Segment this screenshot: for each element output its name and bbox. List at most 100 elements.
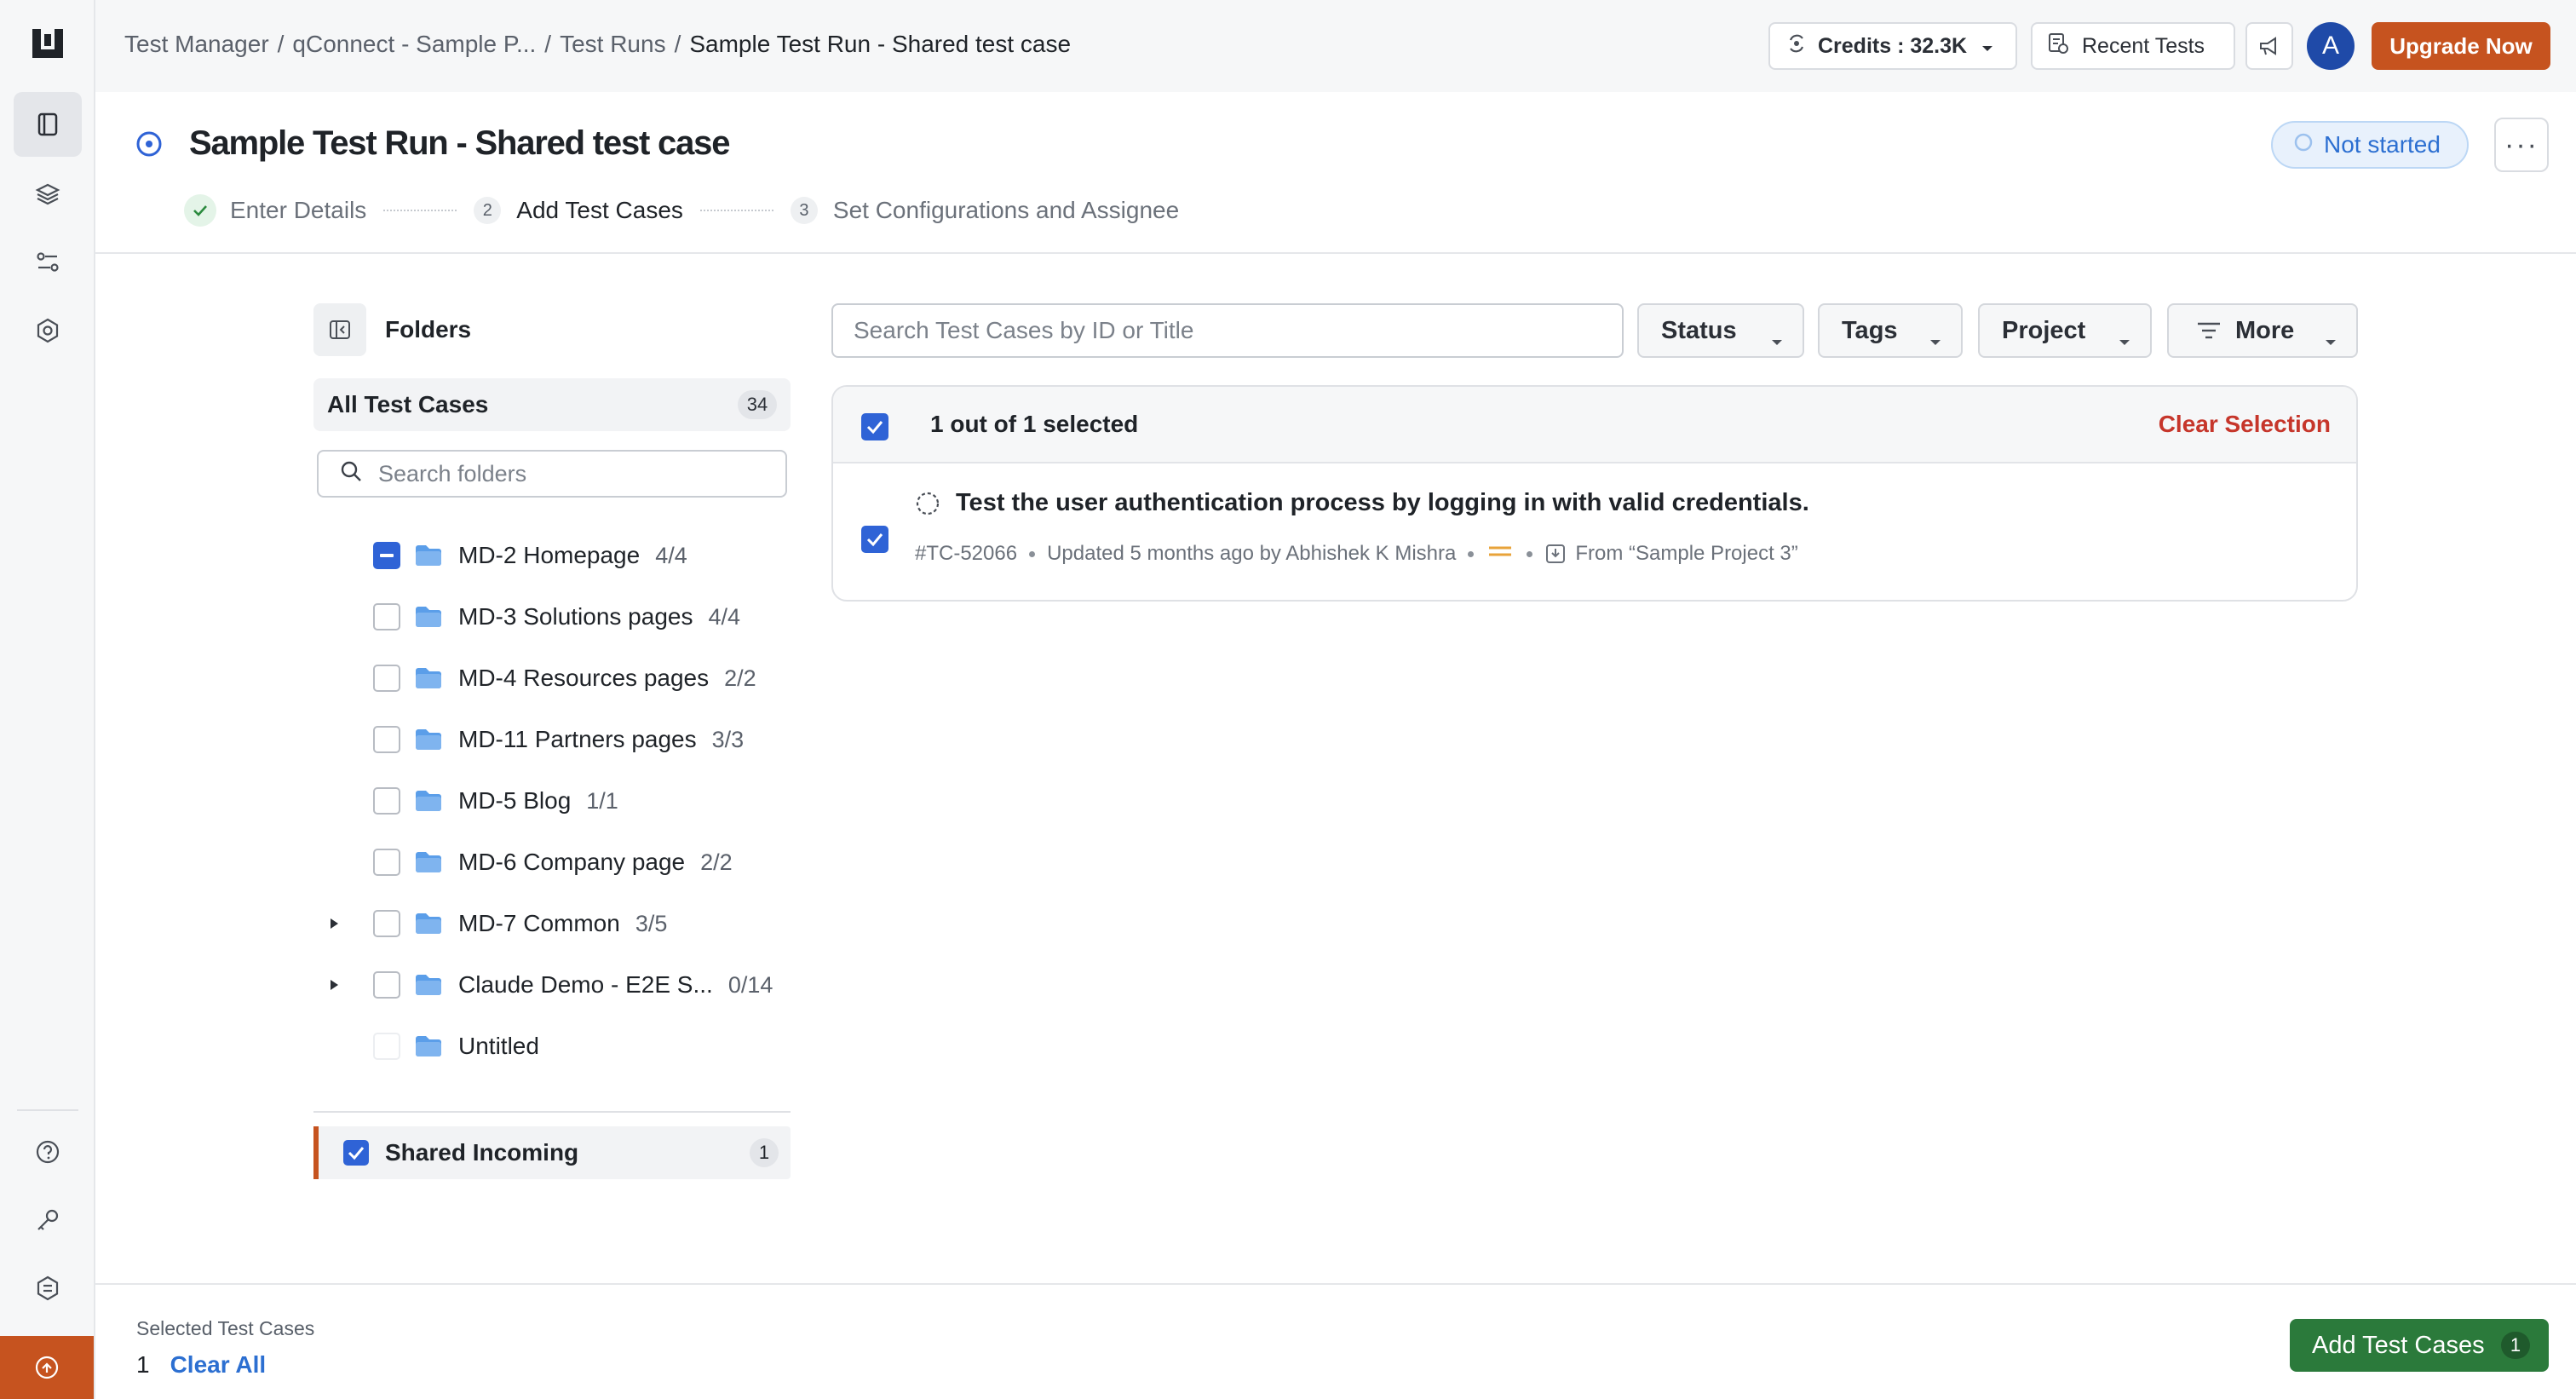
folder-item[interactable]: MD-7 Common 3/5 (313, 893, 791, 954)
breadcrumb-test-manager[interactable]: Test Manager (124, 31, 269, 57)
folder-checkbox[interactable] (373, 910, 400, 937)
folder-label: Untitled (458, 1033, 539, 1059)
step-set-configurations[interactable]: 3 Set Configurations and Assignee (790, 197, 1180, 224)
chevron-down-icon (1770, 325, 1784, 354)
folder-item[interactable]: MD-4 Resources pages 2/2 (313, 648, 791, 709)
top-bar: Test Manager / qConnect - Sample P... / Test… (95, 0, 2576, 92)
status-untested-icon (915, 491, 940, 516)
expand-arrow-icon[interactable] (327, 917, 341, 930)
chevron-down-icon (2118, 325, 2131, 354)
nav-layers-icon[interactable] (14, 162, 82, 227)
folder-icon (414, 973, 443, 997)
test-case-checkbox[interactable] (860, 525, 889, 554)
credits-dropdown[interactable]: Credits : 32.3K (1768, 22, 2017, 70)
test-case-source: From “Sample Project 3” (1575, 542, 1798, 565)
folder-item[interactable]: MD-3 Solutions pages 4/4 (313, 586, 791, 648)
folder-checkbox[interactable] (373, 849, 400, 876)
count-badge: 1 (2501, 1332, 2530, 1359)
status-label: Not started (2324, 131, 2441, 158)
clear-all-button[interactable]: Clear All (170, 1351, 267, 1379)
key-icon[interactable] (14, 1188, 82, 1252)
tags-filter[interactable]: Tags (1818, 303, 1963, 358)
folder-label: MD-3 Solutions pages (458, 603, 693, 630)
chevron-down-icon (1929, 325, 1942, 354)
select-all-checkbox[interactable] (860, 412, 889, 441)
nav-test-management-icon[interactable] (14, 92, 82, 157)
folder-icon (414, 666, 443, 690)
integrations-icon[interactable] (14, 1256, 82, 1321)
breadcrumb-project[interactable]: qConnect - Sample P... (292, 31, 536, 57)
step-label: Enter Details (230, 197, 367, 223)
folder-icon (414, 789, 443, 813)
folder-checkbox[interactable] (373, 542, 400, 569)
folder-name: MD-7 Common 3/5 (458, 910, 667, 937)
shared-incoming-checkbox[interactable] (342, 1139, 370, 1166)
test-case-search-input[interactable]: Search Test Cases by ID or Title (831, 303, 1624, 358)
announcements-button[interactable] (2245, 22, 2293, 70)
selection-summary: 1 out of 1 selected (930, 411, 1139, 437)
step-number: 2 (474, 197, 502, 224)
project-filter[interactable]: Project (1978, 303, 2152, 358)
folder-item[interactable]: MD-6 Company page 2/2 (313, 832, 791, 893)
step-label: Set Configurations and Assignee (832, 197, 1180, 223)
folder-item[interactable]: MD-11 Partners pages 3/3 (313, 709, 791, 770)
folder-item[interactable]: MD-5 Blog 1/1 (313, 770, 791, 832)
upload-icon[interactable] (0, 1336, 94, 1399)
breadcrumb-test-runs[interactable]: Test Runs (560, 31, 666, 57)
folder-icon (414, 850, 443, 874)
status-badge[interactable]: Not started (2271, 121, 2469, 169)
nav-workflow-icon[interactable] (14, 230, 82, 295)
test-case-title[interactable]: Test the user authentication process by … (956, 489, 1809, 517)
status-filter-label: Status (1661, 316, 1737, 344)
add-test-cases-button[interactable]: Add Test Cases 1 (2290, 1319, 2549, 1372)
folder-search-input[interactable]: Search folders (317, 450, 787, 498)
upgrade-now-button[interactable]: Upgrade Now (2372, 22, 2550, 70)
breadcrumb-separator: / (544, 31, 552, 57)
page-header: Sample Test Run - Shared test case (135, 124, 730, 163)
step-add-test-cases[interactable]: 2 Add Test Cases (474, 197, 683, 224)
folder-checkbox[interactable] (373, 971, 400, 999)
recent-tests-button[interactable]: Recent Tests (2031, 22, 2235, 70)
folder-name: MD-6 Company page 2/2 (458, 849, 733, 876)
status-filter[interactable]: Status (1637, 303, 1804, 358)
folder-checkbox[interactable] (373, 1033, 400, 1060)
folders-header: Folders (313, 303, 471, 356)
folder-item[interactable]: MD-2 Homepage 4/4 (313, 525, 791, 586)
app-logo-icon[interactable] (29, 26, 66, 63)
folder-icon (414, 912, 443, 936)
nav-settings-icon[interactable] (14, 298, 82, 363)
step-enter-details[interactable]: Enter Details (184, 194, 366, 227)
folder-label: MD-2 Homepage (458, 542, 641, 568)
folder-item[interactable]: Untitled (313, 1016, 791, 1077)
priority-medium-icon (1487, 542, 1513, 566)
meta-separator (1468, 550, 1475, 557)
help-icon[interactable] (14, 1120, 82, 1184)
selected-count: 1 (136, 1351, 150, 1378)
folder-icon (414, 728, 443, 751)
folder-name: MD-2 Homepage 4/4 (458, 542, 687, 569)
user-avatar[interactable]: A (2307, 22, 2355, 70)
folder-count: 2/2 (700, 849, 733, 875)
step-connector (383, 210, 457, 211)
folder-count: 4/4 (708, 604, 741, 630)
collapse-panel-icon[interactable] (313, 303, 366, 356)
folder-checkbox[interactable] (373, 787, 400, 815)
folder-list: MD-2 Homepage 4/4 MD-3 Solutions pages 4/4 M… (313, 525, 791, 1077)
folder-checkbox[interactable] (373, 665, 400, 692)
more-options-button[interactable]: ··· (2494, 118, 2549, 172)
expand-arrow-icon[interactable] (327, 978, 341, 992)
folder-checkbox[interactable] (373, 603, 400, 630)
more-filters-button[interactable]: More (2167, 303, 2358, 358)
test-case-row[interactable]: Test the user authentication process by … (833, 463, 2356, 600)
all-test-cases-item[interactable]: All Test Cases 34 (313, 378, 791, 431)
folder-item[interactable]: Claude Demo - E2E S... 0/14 (313, 954, 791, 1016)
folder-checkbox[interactable] (373, 726, 400, 753)
tags-filter-label: Tags (1842, 316, 1898, 344)
folder-count: 3/3 (711, 727, 745, 752)
megaphone-icon (2260, 37, 2276, 55)
more-filters-label: More (2235, 316, 2295, 344)
clear-selection-button[interactable]: Clear Selection (2159, 411, 2331, 438)
shared-incoming-item[interactable]: Shared Incoming 1 (313, 1126, 791, 1179)
folder-label: MD-11 Partners pages (458, 726, 697, 752)
selected-accent (313, 1126, 319, 1179)
